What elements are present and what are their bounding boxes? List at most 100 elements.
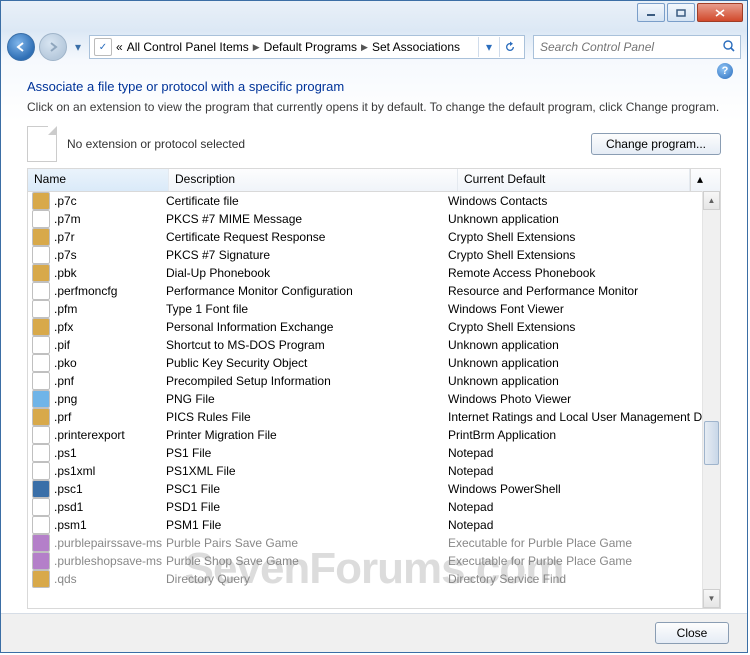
close-button[interactable] [697,3,743,22]
search-box[interactable] [533,35,741,59]
table-row[interactable]: .pngPNG FileWindows Photo Viewer [28,390,720,408]
default-cell: Internet Ratings and Local User Manageme… [448,410,720,424]
extension-label: .purblepairssave-ms [54,536,162,550]
column-header-default[interactable]: Current Default [458,169,690,191]
default-cell: Remote Access Phonebook [448,266,720,280]
breadcrumb-item[interactable]: All Control Panel Items [127,40,249,54]
help-icon[interactable]: ? [717,63,733,79]
column-header-scroll: ▴ [690,169,720,191]
nav-forward-button[interactable] [39,33,67,61]
refresh-button[interactable] [499,37,520,57]
associations-table: Name Description Current Default ▴ .p7cC… [27,168,721,609]
description-cell: Certificate Request Response [166,230,448,244]
file-type-icon [32,192,50,210]
table-row[interactable]: .purblepairssave-msPurble Pairs Save Gam… [28,534,720,552]
extension-label: .pko [54,356,77,370]
extension-label: .psd1 [54,500,83,514]
extension-label: .pif [54,338,70,352]
nav-history-dropdown[interactable]: ▾ [71,40,85,54]
table-row[interactable]: .pif Shortcut to MS-DOS ProgramUnknown ap… [28,336,720,354]
description-cell: PKCS #7 Signature [166,248,448,262]
description-cell: PS1 File [166,446,448,460]
table-row[interactable]: .pfmType 1 Font fileWindows Font Viewer [28,300,720,318]
default-cell: Unknown application [448,374,720,388]
breadcrumb-item[interactable]: Default Programs [264,40,357,54]
minimize-button[interactable] [637,3,665,22]
description-cell: Public Key Security Object [166,356,448,370]
table-row[interactable]: .purbleshopsave-msPurble Shop Save GameE… [28,552,720,570]
table-row[interactable]: .psc1PSC1 FileWindows PowerShell [28,480,720,498]
table-row[interactable]: .p7sPKCS #7 SignatureCrypto Shell Extens… [28,246,720,264]
table-row[interactable]: .ps1xmlPS1XML FileNotepad [28,462,720,480]
chevron-right-icon: ▶ [357,42,372,53]
scrollbar[interactable]: ▲ ▼ [702,191,720,608]
table-row[interactable]: .printerexportPrinter Migration FilePrin… [28,426,720,444]
table-row[interactable]: .qdsDirectory QueryDirectory Service Fin… [28,570,720,588]
table-row[interactable]: .p7mPKCS #7 MIME MessageUnknown applicat… [28,210,720,228]
extension-label: .p7r [54,230,75,244]
description-cell: Dial-Up Phonebook [166,266,448,280]
default-cell: Notepad [448,446,720,460]
extension-label: .ps1 [54,446,77,460]
table-row[interactable]: .pbkDial-Up PhonebookRemote Access Phone… [28,264,720,282]
default-cell: Windows Photo Viewer [448,392,720,406]
breadcrumb-item[interactable]: Set Associations [372,40,460,54]
description-cell: Shortcut to MS-DOS Program [166,338,448,352]
nav-back-button[interactable] [7,33,35,61]
file-type-icon [32,444,50,462]
change-program-button[interactable]: Change program... [591,133,721,155]
file-type-icon [32,570,50,588]
file-type-icon [32,318,50,336]
table-row[interactable]: .pnfPrecompiled Setup InformationUnknown… [28,372,720,390]
scroll-up-button[interactable]: ▲ [703,191,720,210]
default-cell: Unknown application [448,338,720,352]
table-row[interactable]: .psm1PSM1 FileNotepad [28,516,720,534]
description-cell: Directory Query [166,572,448,586]
default-cell: Notepad [448,464,720,478]
window: ▾ ✓ « All Control Panel Items ▶ Default … [0,0,748,653]
default-cell: Unknown application [448,356,720,370]
default-cell: Crypto Shell Extensions [448,320,720,334]
file-type-icon [32,390,50,408]
default-cell: Directory Service Find [448,572,720,586]
file-type-icon [32,534,50,552]
breadcrumb-dropdown[interactable]: ▾ [478,37,499,57]
extension-label: .pfm [54,302,77,316]
breadcrumb-prefix: « [116,40,123,54]
table-row[interactable]: .ps1 PS1 FileNotepad [28,444,720,462]
file-type-icon [32,210,50,228]
maximize-button[interactable] [667,3,695,22]
table-row[interactable]: .perfmoncfgPerformance Monitor Configura… [28,282,720,300]
extension-label: .p7c [54,194,77,208]
description-cell: Purble Shop Save Game [166,554,448,568]
close-dialog-button[interactable]: Close [655,622,729,644]
description-cell: Personal Information Exchange [166,320,448,334]
search-icon [722,39,736,56]
file-type-icon [32,300,50,318]
extension-label: .psc1 [54,482,83,496]
description-cell: PSC1 File [166,482,448,496]
table-row[interactable]: .pfxPersonal Information ExchangeCrypto … [28,318,720,336]
scroll-down-button[interactable]: ▼ [703,589,720,608]
selection-row: No extension or protocol selected Change… [27,126,721,162]
breadcrumb[interactable]: ✓ « All Control Panel Items ▶ Default Pr… [89,35,525,59]
scroll-thumb[interactable] [704,421,719,465]
table-row[interactable]: .p7cCertificate fileWindows Contacts [28,192,720,210]
table-row[interactable]: .psd1PSD1 FileNotepad [28,498,720,516]
table-row[interactable]: .pko Public Key Security ObjectUnknown ap… [28,354,720,372]
page-subheading: Click on an extension to view the progra… [27,100,721,114]
file-type-icon [32,336,50,354]
default-cell: Executable for Purble Place Game [448,554,720,568]
table-body: .p7cCertificate fileWindows Contacts.p7m… [28,192,720,608]
content-area: Associate a file type or protocol with a… [1,63,747,613]
extension-label: .p7m [54,212,81,226]
selection-text: No extension or protocol selected [67,137,591,151]
column-header-name[interactable]: Name [28,169,169,191]
search-input[interactable] [538,39,722,55]
table-row[interactable]: .p7rCertificate Request ResponseCrypto S… [28,228,720,246]
table-header: Name Description Current Default ▴ [28,169,720,192]
column-header-description[interactable]: Description [169,169,458,191]
default-cell: Windows Font Viewer [448,302,720,316]
extension-label: .p7s [54,248,77,262]
table-row[interactable]: .prfPICS Rules FileInternet Ratings and … [28,408,720,426]
